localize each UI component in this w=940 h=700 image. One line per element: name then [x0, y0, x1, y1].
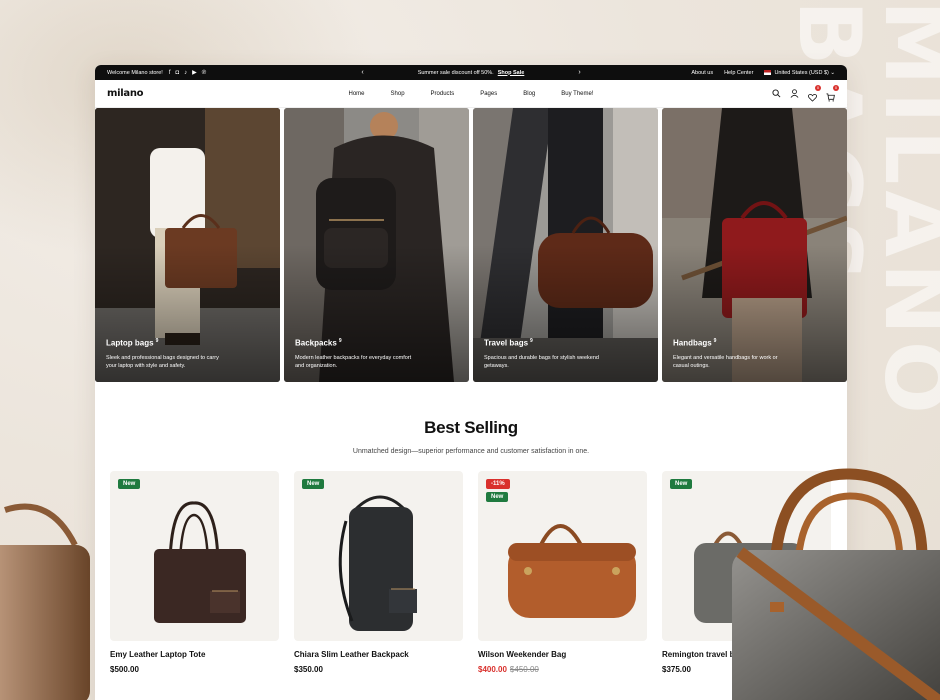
category-count: 9 — [338, 337, 342, 344]
best-selling-header: Best Selling Unmatched design—superior p… — [95, 418, 847, 455]
topbar-right-links: About us Help Center United States (USD … — [691, 70, 835, 76]
wishlist-button[interactable]: 0 — [808, 85, 821, 102]
wishlist-count-badge: 0 — [815, 85, 821, 91]
category-title: Backpacks 9 — [295, 338, 415, 348]
chevron-down-icon: ⌄ — [830, 69, 835, 76]
youtube-icon[interactable]: ▶ — [192, 70, 197, 76]
category-card-travel-bags[interactable]: Travel bags 9 Spacious and durable bags f… — [473, 108, 658, 382]
category-description: Elegant and versatile handbags for work … — [673, 354, 778, 369]
site-logo[interactable]: milano — [107, 88, 144, 99]
product-tags: New — [302, 479, 325, 489]
promo-prev-arrow-icon[interactable]: ‹ — [361, 69, 363, 76]
help-center-link[interactable]: Help Center — [724, 70, 753, 76]
nav-products[interactable]: Products — [431, 91, 455, 97]
product-image-wrapper: New — [294, 471, 463, 641]
category-count: 9 — [155, 337, 159, 344]
category-count: 9 — [713, 337, 717, 344]
product-card[interactable]: New Emy Leather Laptop Tote $500.00 — [110, 471, 279, 674]
category-title-text: Backpacks — [295, 338, 337, 348]
new-tag: New — [118, 479, 141, 489]
us-flag-icon — [764, 69, 772, 75]
section-title: Best Selling — [424, 418, 518, 437]
category-title: Handbags 9 — [673, 338, 793, 348]
main-navbar: milano Home Shop Products Pages Blog Buy… — [95, 80, 847, 108]
account-icon[interactable] — [790, 89, 799, 98]
product-price: $500.00 — [110, 665, 139, 674]
category-card-laptop-bags[interactable]: Laptop bags 9 Sleek and professional bags… — [95, 108, 280, 382]
promo-next-arrow-icon[interactable]: › — [578, 69, 580, 76]
product-card[interactable]: -11% New Wilson Weekender Bag $400.00 $45… — [478, 471, 647, 674]
product-name[interactable]: Emy Leather Laptop Tote — [110, 650, 279, 659]
cart-count-badge: 0 — [833, 85, 839, 91]
travel-bags-caption: Travel bags 9 Spacious and durable bags f… — [484, 338, 604, 370]
announcement-bar: Welcome Milano store! f ◘ ♪ ▶ ℗ ‹ Summer… — [95, 65, 847, 80]
product-tags: New — [118, 479, 141, 489]
product-price: $350.00 — [294, 665, 323, 674]
instagram-icon[interactable]: ◘ — [176, 70, 180, 76]
product-image-tote — [154, 501, 246, 623]
category-title: Travel bags 9 — [484, 338, 604, 348]
header-icons: 0 0 — [772, 85, 839, 102]
category-description: Spacious and durable bags for stylish we… — [484, 354, 599, 369]
cart-button[interactable]: 0 — [826, 85, 839, 102]
product-image-wrapper: New — [110, 471, 279, 641]
category-title-text: Laptop bags — [106, 338, 154, 348]
main-menu: Home Shop Products Pages Blog Buy Theme! — [95, 91, 847, 97]
handbags-caption: Handbags 9 Elegant and versatile handbags… — [673, 338, 793, 370]
locale-selector[interactable]: United States (USD $) ⌄ — [764, 70, 835, 76]
new-tag: New — [670, 479, 693, 489]
product-name[interactable]: Chiara Slim Leather Backpack — [294, 650, 463, 659]
promo-text: Summer sale discount off 50%. — [417, 69, 494, 76]
product-image-backpack — [338, 495, 417, 631]
product-tags: -11% New — [486, 479, 510, 502]
facebook-icon[interactable]: f — [169, 70, 171, 76]
category-description: Modern leather backpacks for everyday co… — [295, 354, 412, 369]
nav-buy-theme[interactable]: Buy Theme! — [561, 91, 593, 97]
decorative-bag-left — [0, 503, 90, 700]
category-title: Laptop bags 9 — [106, 338, 226, 348]
pinterest-icon[interactable]: ℗ — [202, 70, 206, 76]
category-title-text: Handbags — [673, 338, 712, 348]
new-tag: New — [302, 479, 325, 489]
laptop-bags-caption: Laptop bags 9 Sleek and professional bags… — [106, 338, 226, 370]
nav-home[interactable]: Home — [349, 91, 365, 97]
welcome-text: Welcome Milano store! — [107, 69, 163, 76]
about-us-link[interactable]: About us — [691, 70, 713, 76]
category-card-handbags[interactable]: Handbags 9 Elegant and versatile handbags… — [662, 108, 847, 382]
decorative-bag-right — [732, 468, 940, 700]
locale-label: United States (USD $) — [774, 69, 829, 76]
category-count: 9 — [530, 337, 533, 344]
category-card-backpacks[interactable]: Backpacks 9 Modern leather backpacks for … — [284, 108, 469, 382]
product-original-price: $450.00 — [509, 665, 539, 674]
category-title-text: Travel bags — [484, 338, 529, 348]
promo-link[interactable]: Shop Sale — [498, 70, 525, 76]
category-description: Sleek and professional bags designed to … — [106, 354, 219, 369]
product-price-group: $400.00 $450.00 — [478, 665, 647, 674]
search-icon[interactable] — [772, 89, 781, 98]
backpacks-caption: Backpacks 9 Modern leather backpacks for … — [295, 338, 415, 370]
nav-pages[interactable]: Pages — [480, 91, 497, 97]
product-image-wrapper: -11% New — [478, 471, 647, 641]
product-name[interactable]: Wilson Weekender Bag — [478, 650, 647, 659]
product-card[interactable]: New Chiara Slim Leather Backpack $350.00 — [294, 471, 463, 674]
nav-blog[interactable]: Blog — [523, 91, 535, 97]
product-tags: New — [670, 479, 693, 489]
category-grid: Laptop bags 9 Sleek and professional bags… — [95, 108, 847, 382]
new-tag: New — [486, 492, 509, 502]
tiktok-icon[interactable]: ♪ — [184, 70, 187, 76]
product-sale-price: $400.00 — [478, 665, 507, 674]
nav-shop[interactable]: Shop — [391, 91, 405, 97]
discount-tag: -11% — [486, 479, 510, 489]
cart-icon — [826, 93, 835, 102]
social-links: f ◘ ♪ ▶ ℗ — [169, 70, 206, 76]
heart-icon — [808, 93, 817, 102]
